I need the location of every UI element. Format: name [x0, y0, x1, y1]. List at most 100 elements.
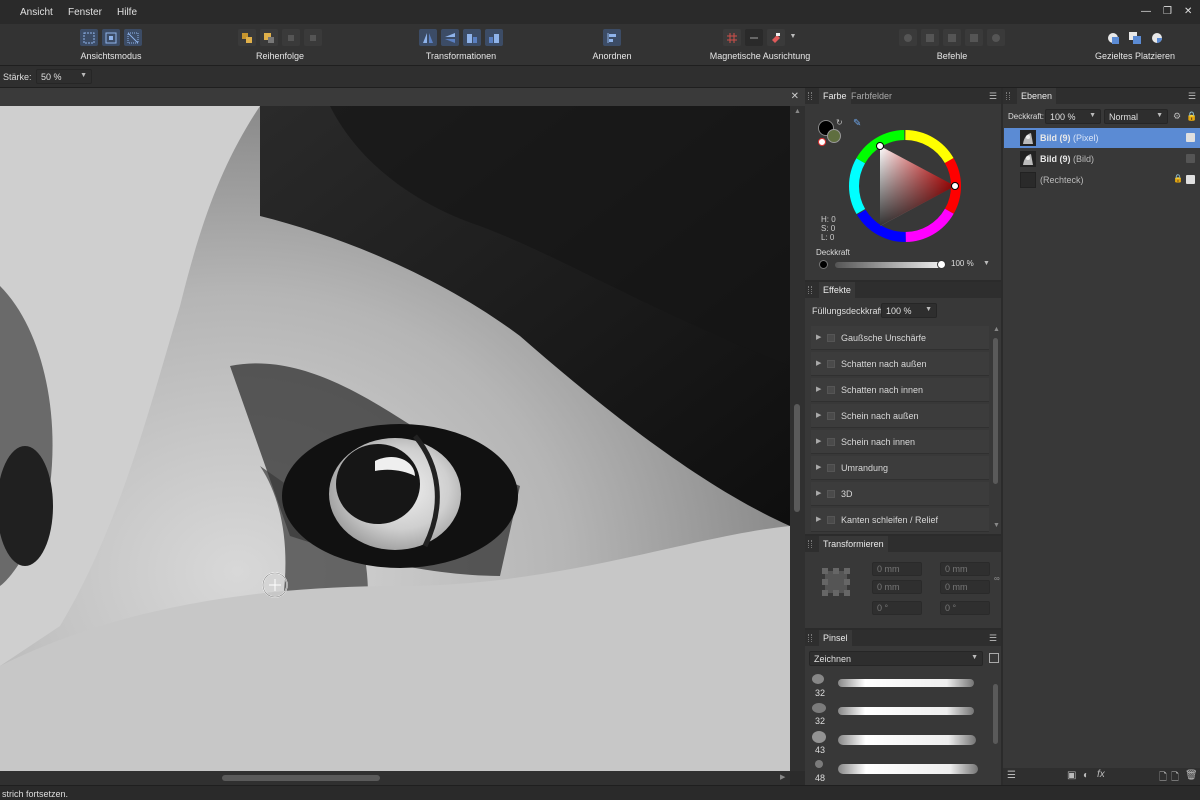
effect-checkbox[interactable] — [827, 412, 835, 420]
menu-ansicht[interactable]: Ansicht — [20, 7, 53, 18]
menu-fenster[interactable]: Fenster — [68, 7, 102, 18]
expand-arrow-icon[interactable]: ▶ — [816, 515, 821, 523]
hue-handle-icon[interactable] — [951, 182, 959, 190]
transform-rotation-field[interactable]: 0 ° — [872, 601, 922, 615]
effect-checkbox[interactable] — [827, 360, 835, 368]
tab-pinsel[interactable]: Pinsel — [819, 630, 852, 646]
send-to-back-icon[interactable] — [304, 29, 322, 46]
layer-row[interactable]: Bild (9) (Bild) — [1004, 149, 1200, 169]
effect-row[interactable]: ▶ Schein nach innen — [811, 430, 989, 454]
transform-y-field[interactable]: 0 mm — [872, 580, 922, 594]
brush-settings-icon[interactable] — [989, 653, 999, 663]
blend-mode-dropdown[interactable]: Normal ▼ — [1104, 109, 1168, 124]
snap-toggle-icon[interactable] — [745, 29, 763, 46]
brush-stroke-preview[interactable] — [838, 764, 978, 774]
panel-grip-icon[interactable] — [808, 540, 812, 548]
mask-icon[interactable]: ▣ — [1067, 770, 1076, 781]
panel-grip-icon[interactable] — [808, 92, 812, 100]
layer-visibility-checkbox[interactable] — [1186, 133, 1195, 142]
vertical-scroll-thumb[interactable] — [794, 404, 800, 512]
brush-stroke-preview[interactable] — [838, 707, 974, 715]
rotate-left-icon[interactable] — [463, 29, 481, 46]
delete-layer-icon[interactable]: 🗑 — [1185, 770, 1198, 781]
effect-checkbox[interactable] — [827, 386, 835, 394]
panel-grip-icon[interactable] — [1006, 92, 1010, 100]
layer-row[interactable]: Bild (9) (Pixel) — [1004, 128, 1200, 148]
tab-ebenen[interactable]: Ebenen — [1017, 88, 1057, 104]
brush-stroke-preview[interactable] — [838, 735, 976, 745]
layer-stack-icon[interactable]: ☰ — [1007, 770, 1016, 781]
opacity-slider[interactable] — [835, 262, 941, 268]
scroll-right-icon[interactable]: ▶ — [780, 773, 785, 781]
bring-to-front-icon[interactable] — [238, 29, 256, 46]
canvas[interactable] — [0, 106, 790, 771]
expand-arrow-icon[interactable]: ▶ — [816, 489, 821, 497]
tab-transformieren[interactable]: Transformieren — [819, 536, 888, 552]
effect-row[interactable]: ▶ Schein nach außen — [811, 404, 989, 428]
effect-checkbox[interactable] — [827, 438, 835, 446]
duplicate-layer-icon[interactable]: 🗋 — [1171, 770, 1179, 787]
effect-row[interactable]: ▶ Umrandung — [811, 456, 989, 480]
strength-dropdown[interactable]: 50 % ▼ — [36, 69, 92, 84]
adjustment-icon[interactable]: ◐ — [1083, 770, 1089, 781]
rotate-right-icon[interactable] — [485, 29, 503, 46]
expand-arrow-icon[interactable]: ▶ — [816, 359, 821, 367]
expand-arrow-icon[interactable]: ▶ — [816, 437, 821, 445]
close-document-icon[interactable]: ✕ — [791, 91, 799, 102]
tab-farbe[interactable]: Farbe — [819, 88, 851, 104]
swap-colors-icon[interactable]: ↻ — [836, 118, 843, 127]
bring-forward-icon[interactable] — [260, 29, 278, 46]
tab-effekte[interactable]: Effekte — [819, 282, 855, 298]
panel-menu-icon[interactable]: ☰ — [989, 633, 997, 644]
new-layer-icon[interactable]: 🗋 — [1159, 770, 1167, 787]
lock-icon[interactable]: 🔒 — [1186, 111, 1197, 122]
brush-stroke-preview[interactable] — [838, 679, 974, 687]
panel-menu-icon[interactable]: ☰ — [989, 91, 997, 102]
brush-scroll-thumb[interactable] — [993, 684, 998, 744]
effect-row[interactable]: ▶ Kanten schleifen / Relief — [811, 508, 989, 532]
effect-checkbox[interactable] — [827, 334, 835, 342]
expand-arrow-icon[interactable]: ▶ — [816, 411, 821, 419]
canvas-horizontal-scrollbar[interactable]: ▶ — [0, 771, 790, 785]
color-picker-handle-icon[interactable] — [876, 142, 884, 150]
layer-visibility-checkbox[interactable] — [1186, 175, 1195, 184]
grid-snap-icon[interactable] — [723, 29, 741, 46]
align-icon[interactable] — [603, 29, 621, 46]
chevron-down-icon[interactable]: ▼ — [983, 260, 990, 267]
command-icon[interactable] — [965, 29, 983, 46]
horizontal-scroll-thumb[interactable] — [222, 775, 380, 781]
stroke-color-swatch[interactable] — [827, 129, 841, 143]
tab-farbfelder[interactable]: Farbfelder — [847, 88, 896, 104]
effect-checkbox[interactable] — [827, 464, 835, 472]
restore-icon[interactable]: ❐ — [1163, 6, 1172, 17]
anchor-point-icon[interactable] — [822, 568, 850, 596]
brush-category-dropdown[interactable]: Zeichnen ▼ — [809, 651, 983, 666]
link-icon[interactable]: ∞ — [994, 574, 1000, 583]
view-mode-icon[interactable] — [80, 29, 98, 46]
transform-x-field[interactable]: 0 mm — [872, 562, 922, 576]
lock-icon[interactable]: 🔒 — [1173, 174, 1183, 183]
layer-row[interactable]: (Rechteck) 🔒 — [1004, 170, 1200, 190]
send-backward-icon[interactable] — [282, 29, 300, 46]
no-color-icon[interactable] — [818, 138, 826, 146]
placement-icon[interactable] — [1104, 29, 1122, 46]
menu-hilfe[interactable]: Hilfe — [117, 7, 137, 18]
scroll-up-icon[interactable]: ▲ — [993, 326, 1000, 333]
panel-grip-icon[interactable] — [808, 634, 812, 642]
view-mode-icon[interactable] — [102, 29, 120, 46]
view-mode-icon[interactable] — [124, 29, 142, 46]
layer-opacity-dropdown[interactable]: 100 % ▼ — [1045, 109, 1101, 124]
layer-visibility-checkbox[interactable] — [1186, 154, 1195, 163]
placement-icon[interactable] — [1126, 29, 1144, 46]
effect-checkbox[interactable] — [827, 516, 835, 524]
canvas-vertical-scrollbar[interactable]: ▲ — [790, 106, 805, 771]
effect-row[interactable]: ▶ Schatten nach außen — [811, 352, 989, 376]
effect-row[interactable]: ▶ 3D — [811, 482, 989, 506]
opacity-slider-handle[interactable] — [937, 260, 946, 269]
expand-arrow-icon[interactable]: ▶ — [816, 463, 821, 471]
color-wheel[interactable] — [845, 128, 965, 248]
command-icon[interactable] — [921, 29, 939, 46]
minimize-icon[interactable]: — — [1141, 6, 1151, 17]
flip-horizontal-icon[interactable] — [419, 29, 437, 46]
chevron-down-icon[interactable]: ▼ — [789, 29, 797, 47]
